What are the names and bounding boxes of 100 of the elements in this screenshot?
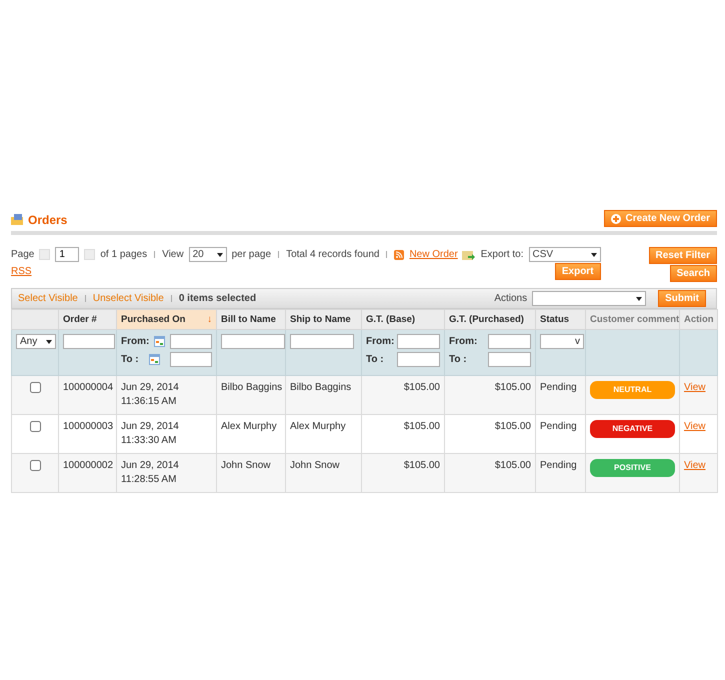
- from-field[interactable]: [488, 334, 531, 349]
- to-field[interactable]: [488, 352, 531, 367]
- column-header[interactable]: Ship to Name: [286, 310, 362, 330]
- table-cell: Pending: [536, 454, 586, 492]
- row-checkbox[interactable]: [30, 460, 40, 471]
- status-select[interactable]: v: [540, 334, 584, 349]
- comment-badge: POSITIVE: [590, 459, 675, 477]
- table-cell: Pending: [536, 376, 586, 414]
- time-text: 11:36:15 AM: [121, 395, 178, 409]
- date-text: Jun 29, 2014: [121, 381, 180, 395]
- table-cell: Alex Murphy: [216, 414, 286, 454]
- record-count: Total 4 records found: [286, 249, 380, 260]
- page-size-select[interactable]: 20: [188, 247, 227, 262]
- separator: [170, 295, 172, 302]
- select-visible-link[interactable]: Select Visible: [18, 293, 78, 304]
- export-button[interactable]: Export: [554, 263, 601, 280]
- column-header[interactable]: G.T. (Purchased): [444, 310, 536, 330]
- caret-icon: [216, 252, 223, 256]
- page-title: Orders: [28, 213, 68, 227]
- table-cell: $105.00: [444, 376, 536, 414]
- separator: [84, 295, 86, 302]
- to-label: To :: [449, 354, 467, 365]
- per-page-label: per page: [232, 249, 272, 260]
- column-header[interactable]: Order #: [58, 310, 116, 330]
- calendar-icon[interactable]: [154, 336, 166, 347]
- comment-badge: NEUTRAL: [590, 381, 675, 399]
- new-order-link[interactable]: New Order: [409, 249, 458, 260]
- separator: [278, 251, 280, 258]
- table-cell: $105.00: [444, 414, 536, 454]
- column-header[interactable]: Action: [680, 310, 718, 330]
- table-cell: $105.00: [444, 454, 536, 492]
- submit-button[interactable]: Submit: [658, 290, 706, 307]
- caret-icon: [46, 340, 52, 344]
- next-page-icon[interactable]: [84, 249, 96, 260]
- comment-badge: NEGATIVE: [590, 420, 675, 438]
- table-cell: $105.00: [362, 414, 444, 454]
- view-link[interactable]: View: [684, 460, 706, 471]
- from-date-field[interactable]: [170, 334, 212, 349]
- rss-link[interactable]: RSS: [11, 266, 32, 277]
- table-cell: 100000004: [58, 376, 116, 414]
- to-label: To :: [366, 354, 384, 365]
- from-label: From:: [449, 336, 478, 347]
- view-label: View: [162, 249, 184, 260]
- actions-select[interactable]: [532, 291, 646, 306]
- to-field[interactable]: [397, 352, 440, 367]
- actions-label: Actions: [494, 293, 528, 304]
- filter-button[interactable]: Search: [670, 265, 717, 282]
- from-label: From:: [366, 336, 394, 347]
- plus-icon: [610, 214, 621, 224]
- unselect-visible-link[interactable]: Unselect Visible: [92, 293, 164, 304]
- to-label: To :: [121, 354, 139, 365]
- table-cell: $105.00: [362, 376, 444, 414]
- table-cell: 100000003: [58, 414, 116, 454]
- date-text: Jun 29, 2014: [121, 459, 180, 473]
- caret-icon: [590, 252, 597, 256]
- column-header[interactable]: Status: [536, 310, 586, 330]
- create-order-button[interactable]: Create New Order: [604, 210, 717, 227]
- from-label: From:: [121, 336, 150, 347]
- view-link[interactable]: View: [684, 382, 706, 393]
- column-header[interactable]: Purchased On ↓: [116, 310, 216, 330]
- view-link[interactable]: View: [684, 421, 706, 432]
- table-cell: Alex Murphy: [286, 414, 362, 454]
- table-cell: John Snow: [216, 454, 286, 492]
- page-field[interactable]: 1: [55, 247, 80, 262]
- filter-button[interactable]: Reset Filter: [648, 247, 717, 264]
- filter-field[interactable]: [63, 334, 115, 349]
- column-header[interactable]: [12, 310, 58, 330]
- table-cell: Bilbo Baggins: [286, 376, 362, 414]
- column-header[interactable]: G.T. (Base): [362, 310, 444, 330]
- to-date-field[interactable]: [170, 352, 212, 367]
- filter-field[interactable]: [290, 334, 354, 349]
- table-cell: 100000002: [58, 454, 116, 492]
- calendar-icon[interactable]: [148, 354, 160, 365]
- time-text: 11:28:55 AM: [121, 473, 178, 487]
- selected-count: 0 items selected: [178, 293, 256, 304]
- page-count: of 1 pages: [100, 249, 148, 260]
- export-format-select[interactable]: CSV: [528, 247, 601, 262]
- any-select[interactable]: Any: [16, 334, 56, 349]
- caret-icon: [636, 296, 642, 300]
- time-text: 11:33:30 AM: [121, 434, 178, 448]
- table-cell: John Snow: [286, 454, 362, 492]
- date-text: Jun 29, 2014: [121, 420, 180, 434]
- separator: [386, 251, 388, 258]
- from-field[interactable]: [397, 334, 440, 349]
- row-checkbox[interactable]: [30, 421, 40, 432]
- filter-field[interactable]: [221, 334, 285, 349]
- folder-icon: [11, 214, 24, 226]
- export-label: Export to:: [480, 249, 524, 260]
- table-cell: $105.00: [362, 454, 444, 492]
- column-header[interactable]: Bill to Name: [216, 310, 286, 330]
- table-cell: Bilbo Baggins: [216, 376, 286, 414]
- prev-page-icon[interactable]: [39, 249, 50, 260]
- page-label: Page: [11, 249, 34, 260]
- rss-icon: [394, 250, 404, 260]
- column-header[interactable]: Customer comment: [586, 310, 680, 330]
- separator: [154, 251, 156, 258]
- table-cell: Pending: [536, 414, 586, 454]
- row-checkbox[interactable]: [30, 382, 40, 393]
- sort-arrow-icon: ↓: [207, 314, 212, 325]
- export-folder-icon: [462, 248, 476, 260]
